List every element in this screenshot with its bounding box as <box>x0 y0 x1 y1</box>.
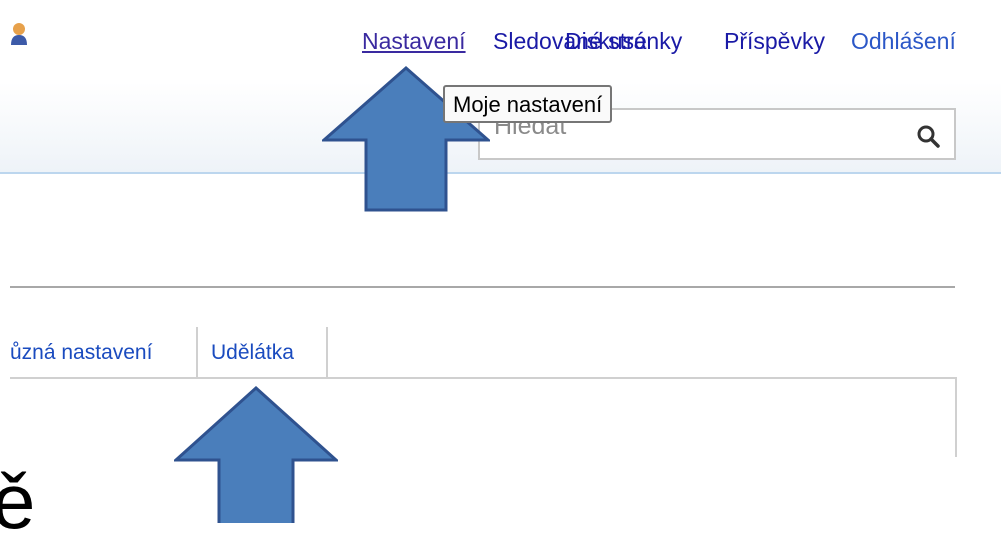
nav-link-prispevky[interactable]: Příspěvky <box>724 24 825 58</box>
arrow-up-icon <box>174 386 338 523</box>
tab-panel <box>10 377 957 457</box>
tooltip: Moje nastavení <box>443 85 613 123</box>
nav-link-sledovane-stranky[interactable]: Sledované stránky <box>493 24 682 58</box>
nav-link-odhlaseni[interactable]: Odhlášení <box>851 24 956 58</box>
fragment-text: ě <box>0 457 36 545</box>
personal-toolbar: Diskuse Nastavení Sledované stránky Přís… <box>0 24 1001 58</box>
tab-ruzna-nastaveni[interactable]: ůzná nastavení <box>10 327 198 377</box>
nav-link-nastaveni[interactable]: Nastavení <box>362 24 466 58</box>
divider <box>10 286 955 288</box>
tab-udelatka[interactable]: Udělátka <box>198 327 328 377</box>
search-icon[interactable] <box>916 124 940 148</box>
